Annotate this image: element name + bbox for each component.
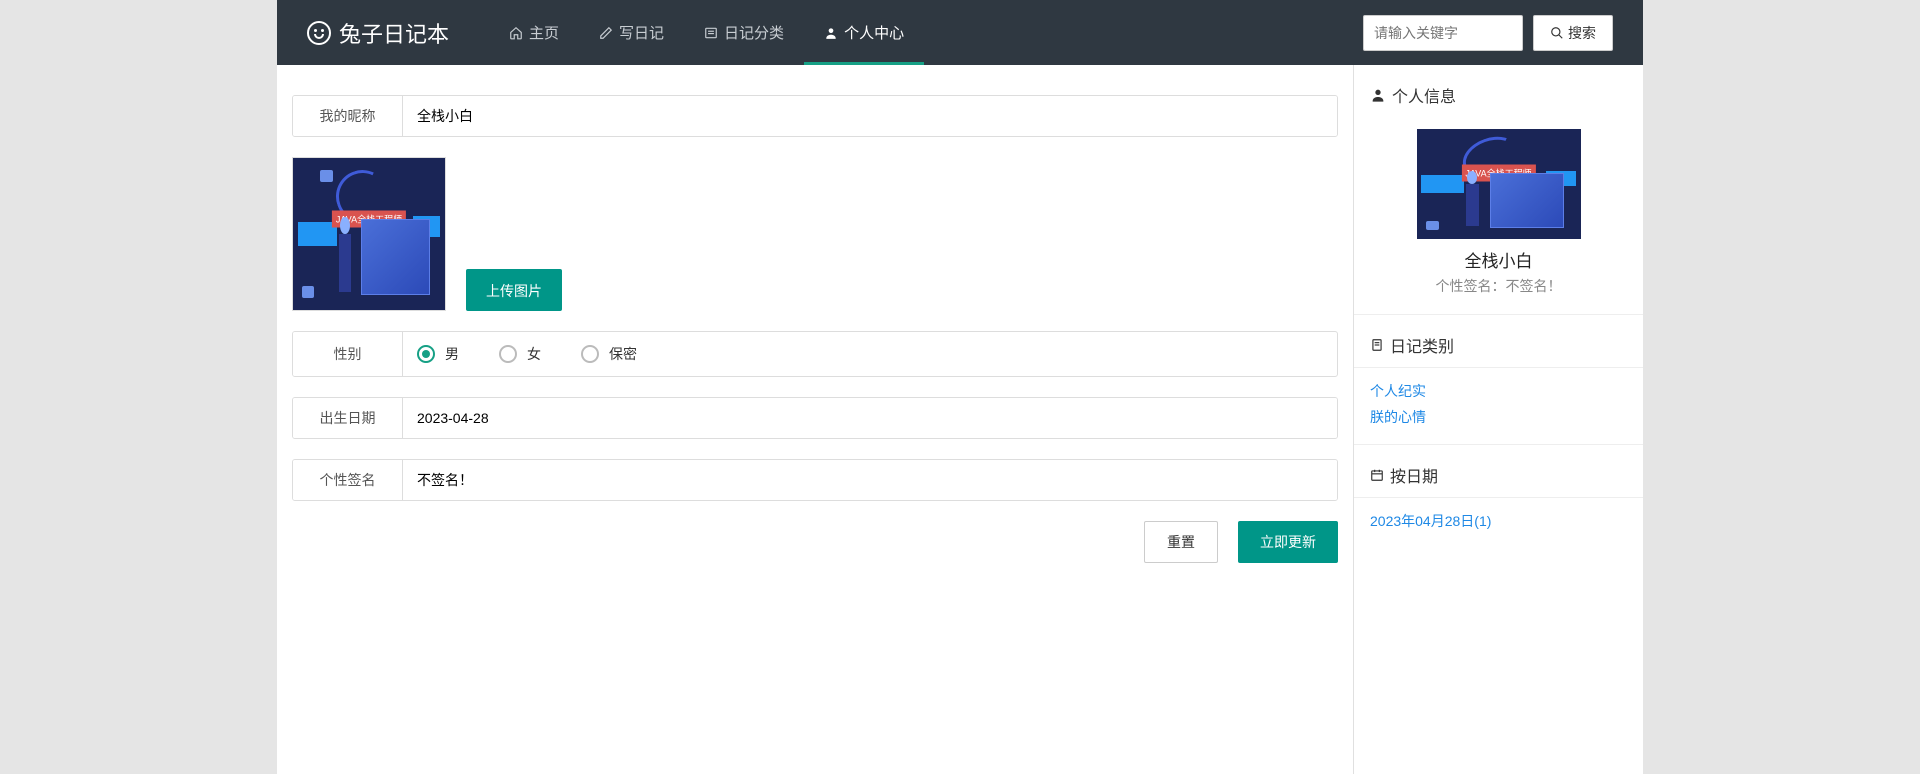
nav-categories[interactable]: 日记分类 <box>684 0 804 65</box>
person-icon <box>824 26 838 40</box>
nav-categories-label: 日记分类 <box>724 22 784 43</box>
signature-row: 个性签名 <box>292 459 1338 501</box>
birth-label: 出生日期 <box>293 398 403 438</box>
sidebar-name: 全栈小白 <box>1370 247 1627 272</box>
sidebar-signature: 个性签名：不签名！ <box>1370 276 1627 296</box>
upload-button[interactable]: 上传图片 <box>466 269 562 311</box>
sidebar-category-title-text: 日记类别 <box>1390 333 1454 357</box>
nav-write-label: 写日记 <box>619 22 664 43</box>
sidebar-info-title: 个人信息 <box>1370 83 1627 107</box>
sidebar-date-links: 2023年04月28日(1) <box>1354 498 1643 548</box>
gender-label: 性别 <box>293 332 403 376</box>
main-form: 我的昵称 JAVA全栈工程师 上传图片 性别 <box>277 65 1353 774</box>
reset-button[interactable]: 重置 <box>1144 521 1218 563</box>
gender-male-label: 男 <box>445 344 459 364</box>
birth-row: 出生日期 <box>292 397 1338 439</box>
navbar: 兔子日记本 主页 写日记 日记分类 个人中心 搜索 <box>277 0 1643 65</box>
nav-write[interactable]: 写日记 <box>579 0 684 65</box>
radio-icon <box>499 345 517 363</box>
sidebar-date-link[interactable]: 2023年04月28日(1) <box>1370 508 1627 534</box>
sidebar-date-title: 按日期 <box>1370 463 1627 487</box>
brand-text: 兔子日记本 <box>339 17 449 49</box>
gender-female-label: 女 <box>527 344 541 364</box>
signature-label: 个性签名 <box>293 460 403 500</box>
sidebar-profile: JAVA全栈工程师 全栈小白 个性签名：不签名！ <box>1354 111 1643 315</box>
birth-input[interactable] <box>417 410 1323 426</box>
sidebar-info-title-text: 个人信息 <box>1392 83 1456 107</box>
nav-home[interactable]: 主页 <box>489 0 579 65</box>
sidebar: 个人信息 JAVA全栈工程师 全栈小白 个性签名：不签名！ <box>1353 65 1643 774</box>
nav-items: 主页 写日记 日记分类 个人中心 <box>489 0 924 65</box>
avatar-preview: JAVA全栈工程师 <box>292 157 446 311</box>
list-icon <box>704 26 718 40</box>
nickname-input[interactable] <box>417 108 1323 124</box>
sidebar-category-links: 个人纪实 朕的心情 <box>1354 368 1643 445</box>
search-input[interactable] <box>1363 15 1523 51</box>
nickname-row: 我的昵称 <box>292 95 1338 137</box>
search-icon <box>1550 26 1564 40</box>
form-actions: 重置 立即更新 <box>292 521 1338 563</box>
sidebar-category-link[interactable]: 个人纪实 <box>1370 378 1627 404</box>
nav-profile[interactable]: 个人中心 <box>804 0 924 65</box>
gender-secret-radio[interactable]: 保密 <box>581 344 637 364</box>
radio-icon <box>581 345 599 363</box>
smiley-icon <box>307 21 331 45</box>
sidebar-category-title: 日记类别 <box>1370 333 1627 357</box>
search-button[interactable]: 搜索 <box>1533 15 1613 51</box>
search-button-label: 搜索 <box>1568 23 1596 43</box>
avatar-row: JAVA全栈工程师 上传图片 <box>292 157 1338 311</box>
gender-female-radio[interactable]: 女 <box>499 344 541 364</box>
document-icon <box>1370 338 1384 352</box>
gender-male-radio[interactable]: 男 <box>417 344 459 364</box>
nav-home-label: 主页 <box>529 22 559 43</box>
gender-radio-group: 男 女 保密 <box>403 332 651 376</box>
submit-button[interactable]: 立即更新 <box>1238 521 1338 563</box>
sidebar-category-link[interactable]: 朕的心情 <box>1370 404 1627 430</box>
pencil-icon <box>599 26 613 40</box>
nickname-label: 我的昵称 <box>293 96 403 136</box>
calendar-icon <box>1370 468 1384 482</box>
sidebar-avatar: JAVA全栈工程师 <box>1417 129 1581 239</box>
home-icon <box>509 26 523 40</box>
gender-secret-label: 保密 <box>609 344 637 364</box>
brand[interactable]: 兔子日记本 <box>307 17 449 49</box>
nav-profile-label: 个人中心 <box>844 22 904 43</box>
sidebar-date-title-text: 按日期 <box>1390 463 1438 487</box>
signature-input[interactable] <box>417 472 1323 488</box>
person-icon <box>1370 87 1386 103</box>
gender-row: 性别 男 女 保密 <box>292 331 1338 377</box>
nav-search: 搜索 <box>1363 15 1613 51</box>
radio-icon <box>417 345 435 363</box>
